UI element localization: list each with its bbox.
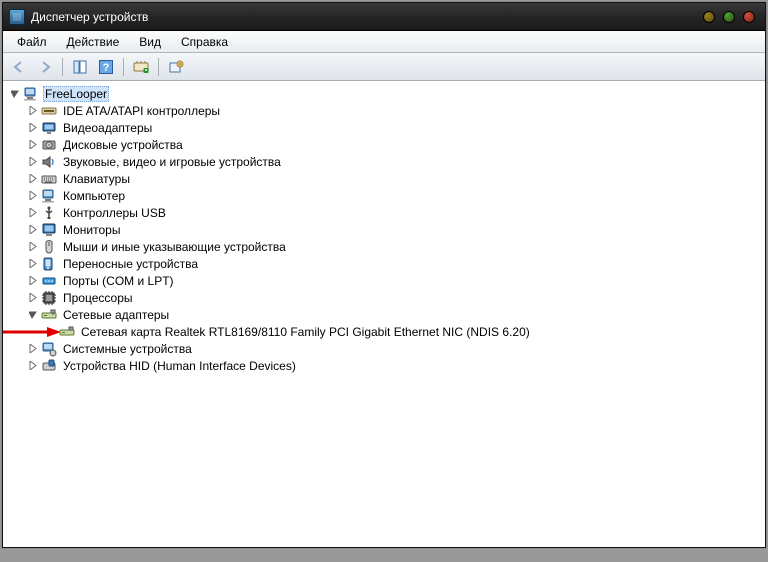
display-icon — [41, 120, 57, 136]
chevron-right-icon[interactable] — [27, 105, 39, 117]
usb-icon — [41, 205, 57, 221]
window-controls — [703, 11, 759, 23]
chevron-right-icon[interactable] — [27, 360, 39, 372]
chevron-right-icon[interactable] — [27, 207, 39, 219]
tree-category-label: Мониторы — [61, 222, 122, 238]
tree-content[interactable]: FreeLooper IDE ATA/ATAPI контроллеры Вид… — [3, 81, 765, 547]
maximize-button[interactable] — [723, 11, 735, 23]
back-button[interactable] — [7, 56, 31, 78]
chevron-right-icon[interactable] — [27, 190, 39, 202]
tree-category-node[interactable]: IDE ATA/ATAPI контроллеры — [27, 102, 765, 119]
tree-category-node[interactable]: Звуковые, видео и игровые устройства — [27, 153, 765, 170]
monitor-icon — [41, 222, 57, 238]
close-button[interactable] — [743, 11, 755, 23]
tree-category-node[interactable]: Видеоадаптеры — [27, 119, 765, 136]
tree-category-label: Системные устройства — [61, 341, 194, 357]
portable-icon — [41, 256, 57, 272]
menubar: Файл Действие Вид Справка — [3, 31, 765, 53]
tree-category-label: Клавиатуры — [61, 171, 132, 187]
hid-icon — [41, 358, 57, 374]
tree-category-node[interactable]: Клавиатуры — [27, 170, 765, 187]
svg-text:?: ? — [103, 62, 110, 74]
tree-category-node[interactable]: Процессоры — [27, 289, 765, 306]
tree-category-label: Контроллеры USB — [61, 205, 168, 221]
tree-category-label: Переносные устройства — [61, 256, 200, 272]
chevron-right-icon[interactable] — [27, 139, 39, 151]
tree-category-node[interactable]: Порты (COM и LPT) — [27, 272, 765, 289]
cpu-icon — [41, 290, 57, 306]
toolbar: ? — [3, 53, 765, 81]
tree-category-label: Порты (COM и LPT) — [61, 273, 176, 289]
app-icon — [9, 9, 25, 25]
computer-icon — [23, 86, 39, 102]
tree-category-node[interactable]: Сетевые адаптеры — [27, 306, 765, 323]
tree-category-node[interactable]: Переносные устройства — [27, 255, 765, 272]
port-icon — [41, 273, 57, 289]
minimize-button[interactable] — [703, 11, 715, 23]
forward-button[interactable] — [33, 56, 57, 78]
tree-category-label: Сетевые адаптеры — [61, 307, 171, 323]
chevron-right-icon[interactable] — [27, 156, 39, 168]
chevron-right-icon[interactable] — [27, 258, 39, 270]
properties-button[interactable] — [164, 56, 188, 78]
tree-category-node[interactable]: Дисковые устройства — [27, 136, 765, 153]
help-button[interactable]: ? — [94, 56, 118, 78]
network-icon — [41, 307, 57, 323]
nic-icon — [59, 324, 75, 340]
menu-view[interactable]: Вид — [129, 32, 171, 52]
tree-category-node[interactable]: Мыши и иные указывающие устройства — [27, 238, 765, 255]
tree-category-label: Дисковые устройства — [61, 137, 185, 153]
chevron-down-icon[interactable] — [27, 309, 39, 321]
tree-category-node[interactable]: Мониторы — [27, 221, 765, 238]
ide-icon — [41, 103, 57, 119]
device-manager-window: Диспетчер устройств Файл Действие Вид Сп… — [2, 2, 766, 548]
disk-icon — [41, 137, 57, 153]
titlebar[interactable]: Диспетчер устройств — [3, 3, 765, 31]
keyboard-icon — [41, 171, 57, 187]
system-icon — [41, 341, 57, 357]
tree-category-label: IDE ATA/ATAPI контроллеры — [61, 103, 222, 119]
tree-category-label: Звуковые, видео и игровые устройства — [61, 154, 283, 170]
window-title: Диспетчер устройств — [31, 10, 148, 24]
tree-category-label: Компьютер — [61, 188, 127, 204]
tree-category-node[interactable]: Компьютер — [27, 187, 765, 204]
menu-help[interactable]: Справка — [171, 32, 238, 52]
tree-category-node[interactable]: Устройства HID (Human Interface Devices) — [27, 357, 765, 374]
chevron-right-icon[interactable] — [27, 292, 39, 304]
tree-device-node[interactable]: Сетевая карта Realtek RTL8169/8110 Famil… — [45, 323, 765, 340]
scan-hardware-button[interactable] — [129, 56, 153, 78]
tree-category-label: Мыши и иные указывающие устройства — [61, 239, 288, 255]
show-hide-tree-button[interactable] — [68, 56, 92, 78]
computer-icon — [41, 188, 57, 204]
tree-category-node[interactable]: Контроллеры USB — [27, 204, 765, 221]
chevron-right-icon[interactable] — [27, 173, 39, 185]
tree-device-label: Сетевая карта Realtek RTL8169/8110 Famil… — [79, 324, 532, 340]
tree-root-node[interactable]: FreeLooper — [9, 85, 765, 102]
chevron-down-icon[interactable] — [9, 88, 21, 100]
chevron-right-icon[interactable] — [27, 241, 39, 253]
chevron-right-icon[interactable] — [27, 122, 39, 134]
tree-category-label: Устройства HID (Human Interface Devices) — [61, 358, 298, 374]
chevron-right-icon[interactable] — [27, 275, 39, 287]
menu-action[interactable]: Действие — [57, 32, 130, 52]
tree-category-label: Видеоадаптеры — [61, 120, 154, 136]
mouse-icon — [41, 239, 57, 255]
tree-root-label: FreeLooper — [43, 86, 109, 102]
toolbar-separator — [62, 58, 63, 76]
toolbar-separator — [158, 58, 159, 76]
tree-category-label: Процессоры — [61, 290, 135, 306]
tree-category-node[interactable]: Системные устройства — [27, 340, 765, 357]
sound-icon — [41, 154, 57, 170]
menu-file[interactable]: Файл — [7, 32, 57, 52]
chevron-right-icon[interactable] — [27, 343, 39, 355]
chevron-right-icon[interactable] — [27, 224, 39, 236]
toolbar-separator — [123, 58, 124, 76]
